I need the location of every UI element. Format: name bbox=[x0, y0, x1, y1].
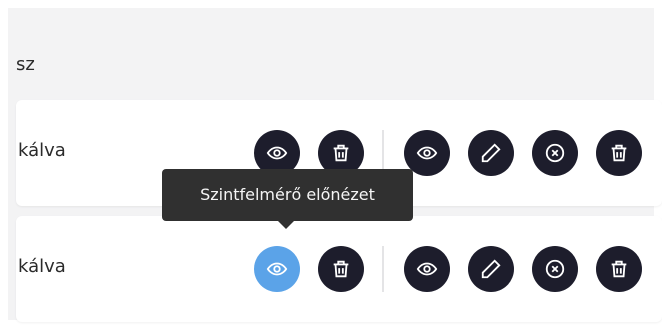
delete-button[interactable] bbox=[318, 246, 364, 292]
eye-icon bbox=[416, 146, 438, 160]
list-item: kálva bbox=[16, 216, 662, 322]
cancel-button[interactable] bbox=[532, 246, 578, 292]
trash-icon bbox=[611, 144, 627, 162]
tooltip: Szintfelmérő előnézet bbox=[162, 169, 413, 221]
pencil-icon bbox=[481, 143, 501, 163]
view-button[interactable] bbox=[404, 246, 450, 292]
action-divider bbox=[382, 246, 384, 292]
trash-icon bbox=[611, 260, 627, 278]
tooltip-arrow bbox=[278, 221, 294, 229]
row-status-label: kálva bbox=[18, 140, 66, 161]
preview-button[interactable] bbox=[254, 246, 300, 292]
trash-icon bbox=[333, 144, 349, 162]
edit-button[interactable] bbox=[468, 246, 514, 292]
eye-icon bbox=[266, 146, 288, 160]
edit-button[interactable] bbox=[468, 130, 514, 176]
pencil-icon bbox=[481, 259, 501, 279]
close-circle-icon bbox=[545, 259, 565, 279]
eye-icon bbox=[416, 262, 438, 276]
delete-button[interactable] bbox=[596, 130, 642, 176]
content-panel: sz kálva kálva bbox=[8, 8, 662, 322]
column-header: sz bbox=[16, 54, 35, 75]
close-circle-icon bbox=[545, 143, 565, 163]
eye-icon bbox=[266, 262, 288, 276]
trash-icon bbox=[333, 260, 349, 278]
row-status-label: kálva bbox=[18, 256, 66, 277]
cancel-button[interactable] bbox=[532, 130, 578, 176]
delete-button[interactable] bbox=[596, 246, 642, 292]
